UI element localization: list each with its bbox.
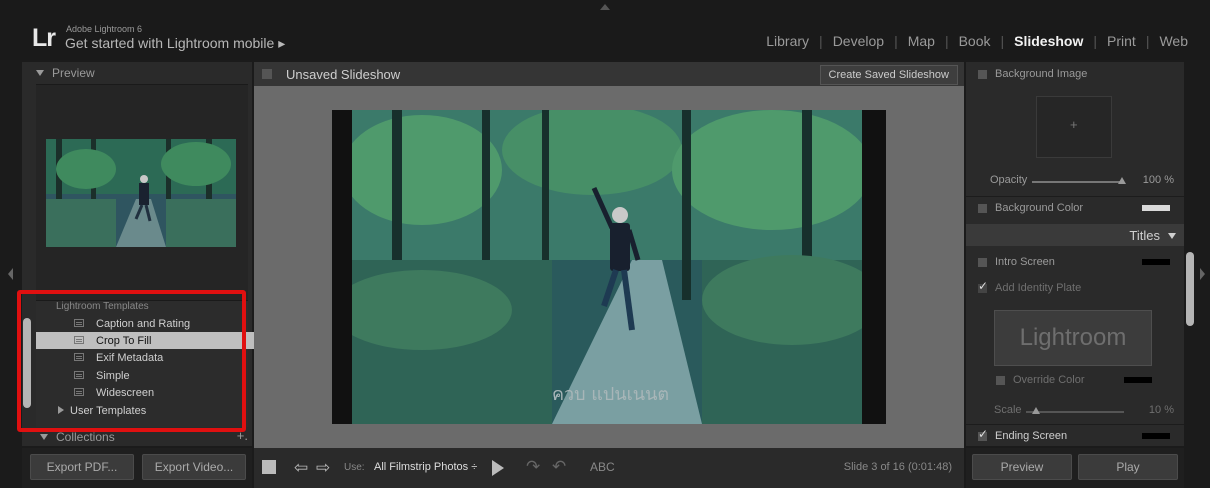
collapse-right-panel-icon[interactable] [1200, 268, 1205, 280]
background-color-label: Background Color [995, 202, 1084, 214]
preview-pane [36, 84, 248, 301]
divider [966, 196, 1184, 197]
opacity-value: 100 % [1142, 174, 1174, 186]
disclosure-down-icon [36, 70, 44, 76]
disclosure-down-icon [1168, 233, 1176, 239]
top-bar: Lr Adobe Lightroom 6 Get started with Li… [0, 0, 1210, 60]
slideshow-title: Unsaved Slideshow [286, 67, 401, 82]
right-panel-scrollbar[interactable] [1186, 252, 1194, 326]
module-picker: Library | Develop | Map | Book | Slideshow | … [756, 33, 1198, 49]
preview-panel-header[interactable]: Preview [22, 62, 252, 84]
previous-slide-icon[interactable]: ⇦ [294, 458, 308, 478]
scale-label: Scale [994, 404, 1022, 416]
opacity-label: Opacity [990, 174, 1028, 186]
lightroom-logo: Lr [32, 24, 56, 52]
highlight-annotation-box [17, 290, 246, 432]
module-web[interactable]: Web [1149, 33, 1198, 49]
stop-icon[interactable] [262, 460, 276, 474]
divider [966, 424, 1184, 425]
opacity-row: Opacity 100 % [966, 174, 1184, 186]
slide-count: Slide 3 of 16 (0:01:48) [843, 461, 952, 473]
collapse-left-panel-icon[interactable] [8, 268, 13, 280]
module-map[interactable]: Map [898, 33, 945, 49]
collapse-top-panel-icon[interactable] [600, 4, 610, 10]
module-print[interactable]: Print [1097, 33, 1146, 49]
slideshow-header: Unsaved Slideshow Create Saved Slideshow [254, 62, 964, 86]
ending-screen-checkbox[interactable] [978, 427, 988, 441]
use-label: Use: [344, 462, 365, 473]
identity-plate-preview[interactable]: Lightroom [994, 310, 1152, 366]
ending-screen-color-swatch[interactable] [1142, 433, 1170, 439]
play-preview-icon[interactable] [492, 460, 504, 476]
rotate-counterclockwise-icon[interactable]: ↶ [552, 457, 566, 477]
disclosure-down-icon [40, 434, 48, 440]
export-bar: Export PDF... Export Video... [22, 448, 252, 488]
background-image-checkbox[interactable] [978, 69, 987, 79]
module-slideshow[interactable]: Slideshow [1004, 33, 1093, 49]
opacity-slider-track[interactable] [1032, 181, 1122, 183]
override-color-label: Override Color [1013, 374, 1085, 386]
background-color-checkbox[interactable] [978, 203, 987, 213]
scale-slider-thumb[interactable] [1031, 407, 1040, 414]
preview-header-label: Preview [52, 66, 95, 80]
opacity-slider-thumb[interactable] [1118, 177, 1126, 184]
ending-screen-label: Ending Screen [995, 430, 1068, 442]
slideshow-badge-icon [262, 69, 272, 79]
play-bar: Preview Play [966, 448, 1184, 488]
scale-value: 10 % [1148, 404, 1174, 416]
add-identity-plate-option[interactable]: Add Identity Plate [966, 279, 1184, 294]
lightroom-mobile-link[interactable]: Get started with Lightroom mobile ▸ [65, 35, 285, 52]
slide-preview[interactable]: ควบ แปนเนนต [332, 105, 886, 424]
titles-panel-header[interactable]: Titles [966, 224, 1184, 246]
play-button[interactable]: Play [1078, 454, 1178, 480]
create-saved-slideshow-button[interactable]: Create Saved Slideshow [819, 65, 958, 85]
titles-header-label: Titles [1129, 228, 1160, 243]
background-image-well[interactable]: + [1036, 96, 1112, 158]
background-image-option[interactable]: Background Image [966, 68, 1184, 80]
module-develop[interactable]: Develop [823, 33, 894, 49]
preview-thumbnail [46, 139, 236, 247]
add-identity-plate-checkbox[interactable] [978, 279, 988, 293]
background-image-label: Background Image [995, 68, 1088, 80]
intro-screen-color-swatch[interactable] [1142, 259, 1170, 265]
slide-watermark: ควบ แปนเนนต [552, 384, 669, 405]
override-color-swatch[interactable] [1124, 377, 1152, 383]
rotate-clockwise-icon[interactable]: ↷ [526, 457, 540, 477]
scale-row: Scale 10 % [966, 404, 1184, 416]
app-name: Adobe Lightroom 6 [66, 24, 143, 34]
right-panel: Background Image + Opacity 100 % Backgro… [966, 62, 1184, 446]
export-pdf-button[interactable]: Export PDF... [30, 454, 134, 480]
scale-slider-track[interactable] [1026, 411, 1124, 413]
slideshow-toolbar: ⇦ ⇨ Use: All Filmstrip Photos ÷ ↷ ↶ ABC … [254, 448, 964, 488]
module-library[interactable]: Library [756, 33, 819, 49]
add-image-icon: + [1070, 117, 1078, 132]
preview-button[interactable]: Preview [972, 454, 1072, 480]
add-text-button[interactable]: ABC [590, 460, 615, 474]
use-photos-dropdown[interactable]: All Filmstrip Photos ÷ [374, 461, 477, 473]
intro-screen-label: Intro Screen [995, 256, 1055, 268]
background-color-swatch[interactable] [1142, 205, 1170, 211]
override-color-checkbox[interactable] [996, 375, 1005, 385]
intro-screen-checkbox[interactable] [978, 257, 987, 267]
slide-editor-stage: ควบ แปนเนนต [254, 86, 964, 448]
collections-header-label: Collections [56, 430, 115, 444]
next-slide-icon[interactable]: ⇨ [316, 458, 330, 478]
export-video-button[interactable]: Export Video... [142, 454, 246, 480]
module-book[interactable]: Book [949, 33, 1001, 49]
add-identity-plate-label: Add Identity Plate [995, 282, 1082, 294]
slide-photo: ควบ แปนเนนต [332, 105, 886, 424]
